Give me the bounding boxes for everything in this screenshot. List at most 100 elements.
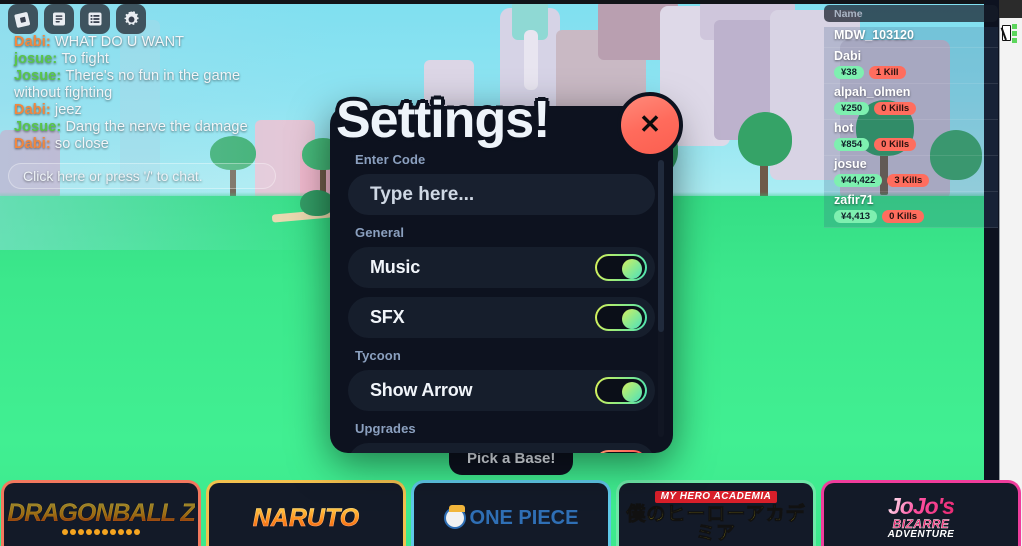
settings-section-label: Tycoon: [355, 348, 401, 363]
toggle-knob: [622, 382, 642, 402]
leaderboard-stat-tags: ¥250 0 Kills: [834, 102, 998, 115]
leaderboard-player-name: MDW_103120: [834, 28, 914, 42]
base-card[interactable]: DRAGONBALL Z: [1, 480, 201, 546]
setting-toggle[interactable]: [595, 377, 647, 404]
settings-scroll-area[interactable]: Enter Code Type here... General Music SFX Tyc…: [330, 146, 673, 453]
chat-text: so close: [54, 136, 109, 152]
cash-badge: ¥44,422: [834, 174, 883, 187]
chat-message-list: Dabi: WHAT DO U WANT josue: To fight Josue…: [8, 32, 276, 157]
setting-toggle[interactable]: [595, 450, 647, 453]
background-window-titlebar: [999, 0, 1022, 18]
mha-title-en: MY HERO ACADEMIA: [654, 491, 778, 503]
cash-badge: ¥854: [834, 138, 870, 151]
cash-badge: ¥4,413: [834, 210, 878, 223]
game-screen: Dabi: WHAT DO U WANT josue: To fight Josue…: [0, 0, 1022, 546]
dbz-logo: DRAGONBALL Z: [7, 495, 196, 535]
background-window: [999, 0, 1022, 546]
onepiece-logo: ONE PIECE: [443, 504, 579, 529]
onepiece-title: ONE PIECE: [469, 506, 579, 529]
base-card-logo: ONE PIECE: [443, 501, 579, 529]
enter-code-input[interactable]: Type here...: [348, 174, 655, 215]
setting-label: Show Arrow: [370, 380, 473, 400]
gear-icon: [124, 10, 139, 25]
leaderboard-row: hot ¥854 0 Kills: [824, 120, 998, 156]
chat-message: Josue: There's no fun in the game withou…: [14, 68, 270, 102]
chat-speaker: Dabi:: [14, 34, 55, 50]
leaderboard-player-name: josue: [834, 157, 867, 171]
cash-badge: ¥38: [834, 66, 864, 79]
leaderboard-row: alpah_olmen ¥250 0 Kills: [824, 84, 998, 120]
list-icon: [88, 12, 102, 26]
setting-row: [348, 443, 655, 453]
chat-speaker: Dabi:: [14, 102, 55, 118]
naruto-title: NARUTO: [252, 504, 360, 532]
base-card[interactable]: ONE PIECE: [411, 480, 611, 546]
chat-input[interactable]: Click here or press '/' to chat.: [8, 163, 276, 189]
setting-toggle[interactable]: [595, 304, 647, 331]
chat-text: jeez: [54, 102, 82, 118]
chat-message: Dabi: jeez: [14, 102, 270, 119]
settings-section-label: Upgrades: [355, 421, 416, 436]
leaderboard-player-name: hot: [834, 121, 854, 135]
tree-foliage: [300, 190, 334, 216]
toggle-knob: [622, 259, 642, 279]
settings-scrollbar[interactable]: [658, 160, 664, 437]
chat-speaker: Josue:: [14, 68, 66, 84]
base-card[interactable]: NARUTO: [206, 480, 406, 546]
leaderboard-row: Dabi ¥38 1 Kill: [824, 48, 998, 84]
settings-scrollbar-thumb[interactable]: [658, 160, 664, 332]
roblox-logo-icon: [14, 12, 31, 28]
close-icon: ✕: [639, 109, 661, 139]
jojo-title-3: ADVENTURE: [887, 529, 955, 540]
base-card-logo: NARUTO: [252, 498, 360, 532]
settings-section-label: General: [355, 225, 405, 240]
kills-badge: 0 Kills: [882, 210, 925, 223]
chat-message: Dabi: so close: [14, 136, 270, 153]
status-dots-icon: [1012, 23, 1017, 43]
base-card-row: DRAGONBALL Z NARUTO ONE PIECE MY HERO ACADE…: [0, 480, 1022, 546]
leaderboard-panel: Name MDW_103120 Dabi ¥38 1 Kill alpah_olmen ¥…: [824, 5, 998, 228]
chat-speaker: josue:: [14, 51, 62, 67]
skull-icon: [443, 504, 466, 529]
chat-speaker: Dabi:: [14, 136, 55, 152]
leaderboard-stat-tags: ¥4,413 0 Kills: [834, 210, 998, 223]
settings-sections: Enter Code Type here... General Music SFX Tyc…: [348, 152, 655, 453]
leaderboard-player-name: zafir71: [834, 193, 874, 207]
dbz-stars-icon: [62, 528, 140, 535]
settings-button[interactable]: [116, 4, 146, 34]
slash-icon: [1002, 25, 1011, 41]
settings-dialog: Enter Code Type here... General Music SFX Tyc…: [330, 106, 673, 453]
leaderboard-player-name: Dabi: [834, 49, 862, 63]
setting-label: SFX: [370, 307, 405, 327]
dbz-title: DRAGONBALL Z: [7, 498, 196, 527]
kills-badge: 0 Kills: [874, 102, 917, 115]
leaderboard-stat-tags: ¥38 1 Kill: [834, 66, 998, 79]
chat-text: To fight: [61, 51, 109, 67]
chat-panel: Dabi: WHAT DO U WANT josue: To fight Josue…: [8, 32, 276, 189]
setting-label: Music: [370, 257, 421, 277]
roblox-logo-button[interactable]: [8, 4, 38, 34]
chat-button[interactable]: [44, 4, 74, 34]
mha-title-jp: 僕のヒーローアカデミア: [626, 504, 806, 544]
close-settings-button[interactable]: ✕: [617, 92, 683, 158]
chat-document-icon: [53, 12, 65, 26]
leaderboard-stat-tags: ¥44,422 3 Kills: [834, 174, 998, 187]
tree-foliage: [738, 112, 792, 166]
leaderboard-row: MDW_103120: [824, 27, 998, 48]
setting-toggle[interactable]: [595, 254, 647, 281]
leaderboard-header: Name: [824, 5, 998, 22]
jojo-logo: JoJo's BIZARRE ADVENTURE: [888, 495, 955, 540]
kills-badge: 3 Kills: [887, 174, 930, 187]
base-card[interactable]: MY HERO ACADEMIA 僕のヒーローアカデミア: [616, 480, 816, 546]
terrain-shape: [524, 30, 538, 90]
leaderboard-row: zafir71 ¥4,413 0 Kills: [824, 192, 998, 228]
base-card-logo: MY HERO ACADEMIA 僕のヒーローアカデミア: [619, 486, 813, 543]
players-list-button[interactable]: [80, 4, 110, 34]
base-card[interactable]: JoJo's BIZARRE ADVENTURE: [821, 480, 1021, 546]
kills-badge: 1 Kill: [868, 66, 906, 79]
jojo-title-1: JoJo's: [888, 493, 955, 519]
viewport-top-border: [0, 0, 999, 4]
base-card-logo: JoJo's BIZARRE ADVENTURE: [888, 489, 955, 540]
setting-row: Show Arrow: [348, 370, 655, 411]
toggle-knob: [622, 309, 642, 329]
